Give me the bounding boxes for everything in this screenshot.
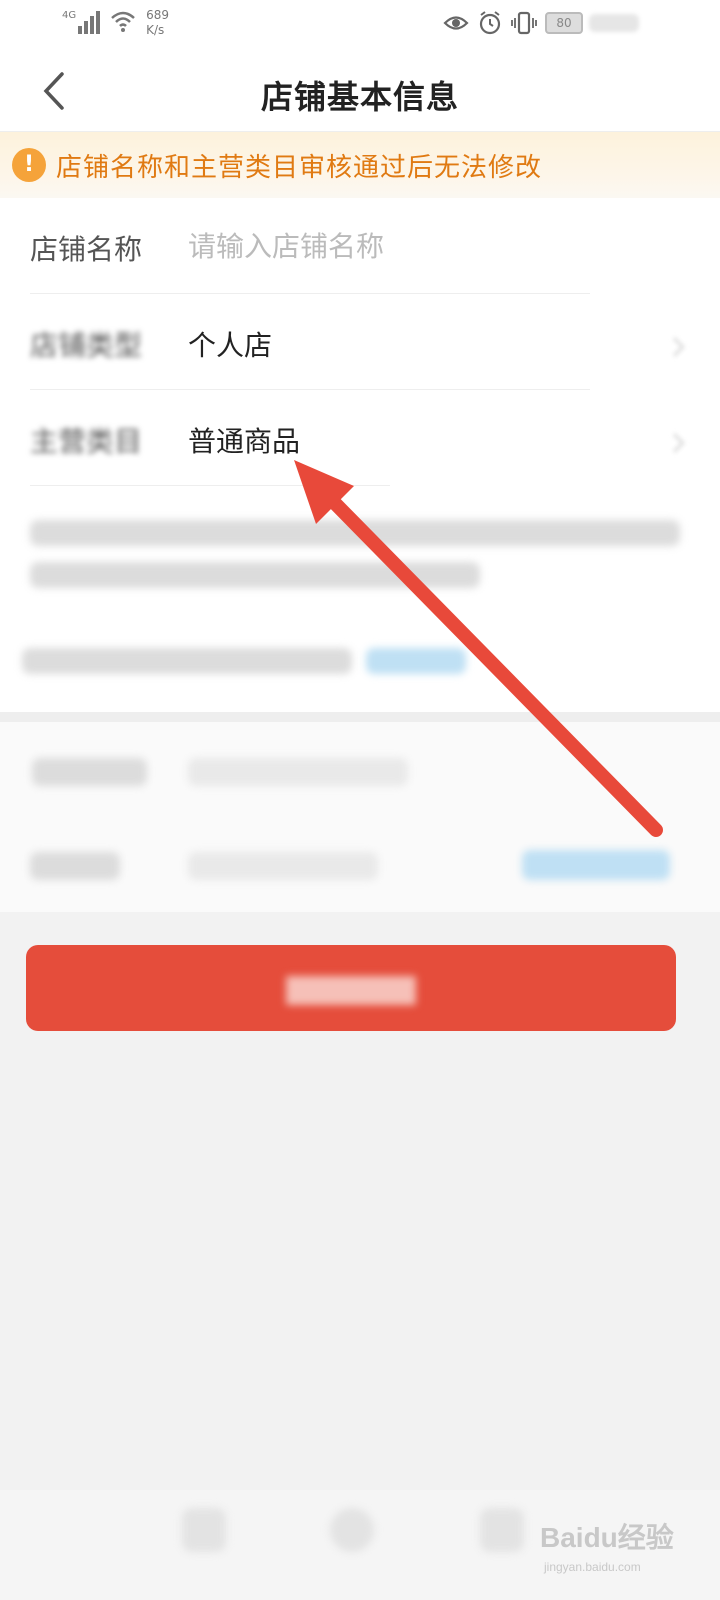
get-code-link-blurred[interactable] [522,850,670,880]
main-category-value: 普通商品 [188,425,301,458]
nav-bar: 店铺基本信息 [0,50,720,132]
eye-icon [443,16,469,30]
contact-form-blurred [0,722,720,912]
wifi-icon [111,11,135,32]
category-description-blurred [30,562,480,588]
network-type: 4G [62,10,77,21]
speed-unit: K/s [146,23,165,37]
vibrate-icon [511,11,537,35]
hint-link-blurred[interactable] [366,648,466,674]
alarm-icon [479,11,501,35]
clock-blurred [589,14,639,32]
battery-icon: 80 [545,12,583,34]
field-label-blurred [30,852,120,880]
status-right: 80 [443,10,639,36]
main-category-row[interactable]: 主营类目 普通商品 [30,390,390,486]
status-left: 4G 689 K/s [62,8,169,38]
page-title: 店铺基本信息 [260,78,459,116]
baidu-watermark: Baidu经验 jingyan.baidu.com [540,1512,710,1592]
exclamation-icon: ! [12,148,46,182]
submit-button[interactable]: ▇▇▇▇▇▇ [26,945,676,1031]
watermark-brand: Baidu经验 [540,1522,674,1553]
field-label-blurred [32,758,147,786]
store-name-row[interactable]: 店铺名称 [30,198,590,294]
category-description-blurred [30,520,680,546]
network-speed: 689 K/s [146,8,169,38]
main-category-label: 主营类目 [30,425,143,458]
section-divider [0,712,720,722]
store-type-row[interactable]: 店铺类型 个人店 [30,294,590,390]
field-input-blurred[interactable] [188,758,408,786]
notice-text: 店铺名称和主营类目审核通过后无法修改 [56,152,543,183]
status-bar: 4G 689 K/s 80 [0,0,720,50]
store-name-label: 店铺名称 [30,233,143,266]
hint-text-blurred [22,648,352,674]
chevron-right-icon [665,433,685,453]
store-type-label: 店铺类型 [30,329,143,362]
signal-icon [78,8,102,34]
store-name-input[interactable] [188,224,568,268]
nav-back-icon[interactable] [182,1508,226,1552]
notice-banner: ! 店铺名称和主营类目审核通过后无法修改 [0,132,720,198]
chevron-right-icon [665,337,685,357]
field-input-blurred[interactable] [188,852,378,880]
nav-home-icon[interactable] [330,1508,374,1552]
store-type-value: 个人店 [188,329,273,362]
store-info-form: 店铺名称 店铺类型 个人店 主营类目 普通商品 [0,198,720,712]
speed-value: 689 [146,8,170,22]
watermark-site: jingyan.baidu.com [544,1560,641,1574]
nav-recent-icon[interactable] [480,1508,524,1552]
submit-label-blurred: ▇▇▇▇▇▇ [286,972,416,1004]
